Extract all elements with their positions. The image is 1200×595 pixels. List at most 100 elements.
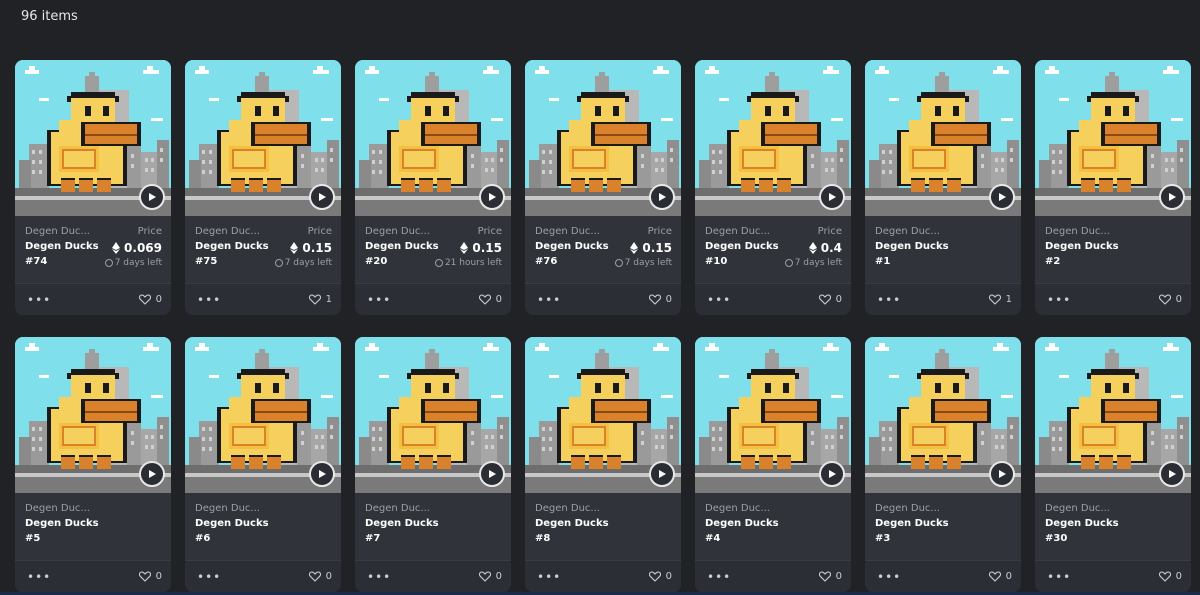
collection-name[interactable]: Degen Duc... xyxy=(25,503,90,517)
like-button[interactable]: 1 xyxy=(308,294,332,305)
card-footer: ••• 0 xyxy=(15,560,171,592)
nft-image[interactable] xyxy=(15,337,171,493)
more-dots-icon[interactable]: ••• xyxy=(27,294,51,306)
play-button[interactable] xyxy=(649,461,675,487)
more-dots-icon[interactable]: ••• xyxy=(1047,571,1071,583)
like-button[interactable]: 0 xyxy=(818,571,842,582)
more-dots-icon[interactable]: ••• xyxy=(877,294,901,306)
like-button[interactable]: 0 xyxy=(1158,571,1182,582)
more-dots-icon[interactable]: ••• xyxy=(877,571,901,583)
play-button[interactable] xyxy=(479,184,505,210)
like-button[interactable]: 0 xyxy=(818,294,842,305)
item-name[interactable]: Degen Ducks xyxy=(1045,241,1119,255)
like-button[interactable]: 0 xyxy=(988,571,1012,582)
nft-image[interactable] xyxy=(185,60,341,216)
item-name[interactable]: Degen Ducks xyxy=(365,518,439,532)
collection-name[interactable]: Degen Duc... xyxy=(365,503,430,517)
collection-name[interactable]: Degen Duc... xyxy=(195,503,260,517)
collection-name[interactable]: Degen Duc... xyxy=(195,226,260,240)
collection-name[interactable]: Degen Duc... xyxy=(875,226,940,240)
collection-name[interactable]: Degen Duc... xyxy=(705,226,770,240)
nft-image[interactable] xyxy=(355,337,511,493)
collection-name[interactable]: Degen Duc... xyxy=(875,503,940,517)
nft-image[interactable] xyxy=(525,60,681,216)
like-button[interactable]: 0 xyxy=(478,294,502,305)
nft-card[interactable]: Degen Duc... Degen Ducks #6 ••• 0 xyxy=(185,337,341,592)
more-dots-icon[interactable]: ••• xyxy=(1047,294,1071,306)
item-name[interactable]: Degen Ducks xyxy=(535,518,609,532)
more-dots-icon[interactable]: ••• xyxy=(707,294,731,306)
nft-card[interactable]: Degen Duc... Degen Ducks #3 ••• 0 xyxy=(865,337,1021,592)
nft-image[interactable] xyxy=(695,60,851,216)
collection-name[interactable]: Degen Duc... xyxy=(1045,503,1110,517)
nft-card[interactable]: Degen Duc... Price Degen Ducks 0.069 #74… xyxy=(15,60,171,315)
item-name[interactable]: Degen Ducks xyxy=(875,518,949,532)
nft-image[interactable] xyxy=(15,60,171,216)
more-dots-icon[interactable]: ••• xyxy=(367,294,391,306)
collection-name[interactable]: Degen Duc... xyxy=(535,503,600,517)
like-button[interactable]: 0 xyxy=(648,294,672,305)
nft-image[interactable] xyxy=(525,337,681,493)
like-button[interactable]: 1 xyxy=(988,294,1012,305)
nft-card[interactable]: Degen Duc... Price Degen Ducks 0.15 #20 … xyxy=(355,60,511,315)
eth-icon xyxy=(630,242,639,254)
collection-name[interactable]: Degen Duc... xyxy=(25,226,90,240)
play-button[interactable] xyxy=(309,184,335,210)
nft-image[interactable] xyxy=(1035,337,1191,493)
more-dots-icon[interactable]: ••• xyxy=(537,571,561,583)
nft-card[interactable]: Degen Duc... Degen Ducks #2 ••• 0 xyxy=(1035,60,1191,315)
collection-name[interactable]: Degen Duc... xyxy=(535,226,600,240)
nft-image[interactable] xyxy=(185,337,341,493)
nft-card[interactable]: Degen Duc... Price Degen Ducks 0.4 #10 7… xyxy=(695,60,851,315)
nft-card[interactable]: Degen Duc... Degen Ducks #4 ••• 0 xyxy=(695,337,851,592)
item-name[interactable]: Degen Ducks xyxy=(25,518,99,532)
play-button[interactable] xyxy=(989,184,1015,210)
collection-name[interactable]: Degen Duc... xyxy=(365,226,430,240)
play-button[interactable] xyxy=(139,461,165,487)
more-dots-icon[interactable]: ••• xyxy=(27,571,51,583)
more-dots-icon[interactable]: ••• xyxy=(707,571,731,583)
like-button[interactable]: 0 xyxy=(648,571,672,582)
play-button[interactable] xyxy=(1159,461,1185,487)
nft-image[interactable] xyxy=(695,337,851,493)
item-name[interactable]: Degen Ducks xyxy=(535,241,609,255)
like-button[interactable]: 0 xyxy=(308,571,332,582)
like-button[interactable]: 0 xyxy=(1158,294,1182,305)
item-name[interactable]: Degen Ducks xyxy=(195,518,269,532)
nft-card[interactable]: Degen Duc... Price Degen Ducks 0.15 #75 … xyxy=(185,60,341,315)
nft-card[interactable]: Degen Duc... Degen Ducks #5 ••• 0 xyxy=(15,337,171,592)
nft-image[interactable] xyxy=(355,60,511,216)
nft-image[interactable] xyxy=(865,60,1021,216)
like-button[interactable]: 0 xyxy=(138,571,162,582)
nft-card[interactable]: Degen Duc... Degen Ducks #8 ••• 0 xyxy=(525,337,681,592)
more-dots-icon[interactable]: ••• xyxy=(537,294,561,306)
item-name[interactable]: Degen Ducks xyxy=(195,241,269,255)
collection-name[interactable]: Degen Duc... xyxy=(705,503,770,517)
play-button[interactable] xyxy=(309,461,335,487)
nft-card[interactable]: Degen Duc... Degen Ducks #1 ••• 1 xyxy=(865,60,1021,315)
like-button[interactable]: 0 xyxy=(138,294,162,305)
item-name[interactable]: Degen Ducks xyxy=(875,241,949,255)
nft-card[interactable]: Degen Duc... Degen Ducks #30 ••• 0 xyxy=(1035,337,1191,592)
play-button[interactable] xyxy=(819,461,845,487)
play-button[interactable] xyxy=(139,184,165,210)
item-name[interactable]: Degen Ducks xyxy=(705,518,779,532)
item-name[interactable]: Degen Ducks xyxy=(1045,518,1119,532)
more-dots-icon[interactable]: ••• xyxy=(367,571,391,583)
play-button[interactable] xyxy=(479,461,505,487)
nft-image[interactable] xyxy=(865,337,1021,493)
more-dots-icon[interactable]: ••• xyxy=(197,571,221,583)
nft-card[interactable]: Degen Duc... Price Degen Ducks 0.15 #76 … xyxy=(525,60,681,315)
item-name[interactable]: Degen Ducks xyxy=(25,241,99,255)
collection-name[interactable]: Degen Duc... xyxy=(1045,226,1110,240)
play-button[interactable] xyxy=(989,461,1015,487)
item-name[interactable]: Degen Ducks xyxy=(365,241,439,255)
nft-image[interactable] xyxy=(1035,60,1191,216)
like-button[interactable]: 0 xyxy=(478,571,502,582)
play-button[interactable] xyxy=(1159,184,1185,210)
nft-card[interactable]: Degen Duc... Degen Ducks #7 ••• 0 xyxy=(355,337,511,592)
item-name[interactable]: Degen Ducks xyxy=(705,241,779,255)
play-button[interactable] xyxy=(649,184,675,210)
play-button[interactable] xyxy=(819,184,845,210)
more-dots-icon[interactable]: ••• xyxy=(197,294,221,306)
